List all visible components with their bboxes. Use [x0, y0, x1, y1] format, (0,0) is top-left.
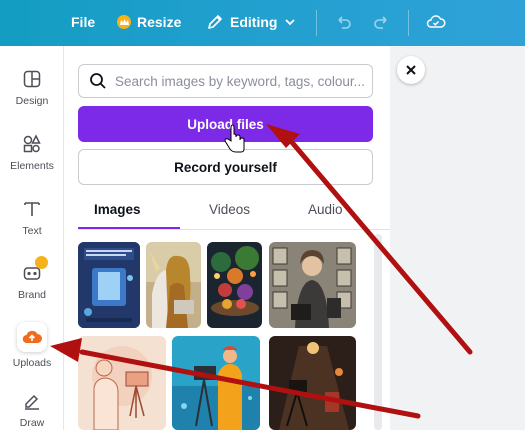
- upload-thumbnail[interactable]: [269, 242, 356, 328]
- active-tab-indicator: [78, 227, 180, 229]
- sidebar-item-draw[interactable]: Draw: [0, 390, 64, 429]
- tab-images[interactable]: Images: [94, 202, 141, 217]
- woman-unicorn-image: [146, 242, 201, 328]
- redo-button[interactable]: [373, 13, 391, 31]
- brand-icon: [21, 256, 48, 284]
- sidebar-item-label: Text: [22, 225, 42, 237]
- undo-icon: [338, 16, 351, 29]
- elements-icon: [21, 133, 43, 155]
- canvas-area: [390, 46, 525, 430]
- sidebar-item-design[interactable]: Design: [0, 68, 64, 107]
- sidebar-item-text[interactable]: Text: [0, 198, 64, 237]
- file-label: File: [71, 14, 96, 30]
- menu-icon[interactable]: [24, 14, 40, 30]
- upload-thumbnail[interactable]: [78, 242, 140, 328]
- crown-icon: [117, 15, 131, 29]
- media-tabs: Images Videos Audio: [78, 194, 390, 230]
- resize-label: Resize: [137, 14, 182, 30]
- panel-scrollbar[interactable]: [374, 234, 382, 430]
- save-status-button[interactable]: [426, 12, 446, 32]
- underwater-cameraman-image: [172, 336, 260, 430]
- divider: [316, 10, 317, 36]
- sidebar-item-label: Uploads: [12, 357, 52, 369]
- text-icon: [21, 198, 43, 220]
- upload-files-label: Upload files: [187, 116, 264, 132]
- editing-dropdown[interactable]: Editing: [206, 13, 297, 31]
- upload-thumbnail[interactable]: [207, 242, 262, 328]
- cloud-check-icon: [426, 15, 446, 28]
- tab-audio[interactable]: Audio: [308, 202, 343, 217]
- resize-button[interactable]: Resize: [117, 14, 181, 30]
- sidebar-item-brand[interactable]: Brand: [0, 256, 64, 301]
- editing-label: Editing: [230, 14, 278, 30]
- upload-files-button[interactable]: Upload files: [78, 106, 373, 142]
- crown-badge-icon: [35, 256, 48, 269]
- sidebar-item-label: Design: [15, 95, 49, 107]
- record-yourself-label: Record yourself: [174, 159, 277, 175]
- book-cover-image: [78, 242, 140, 328]
- draw-icon: [21, 390, 43, 412]
- fantasy-food-image: [207, 242, 262, 328]
- search-box[interactable]: [78, 64, 373, 98]
- upload-thumbnail[interactable]: [269, 336, 356, 430]
- sidebar-item-label: Brand: [17, 289, 47, 301]
- search-input[interactable]: [115, 73, 370, 89]
- upload-thumbnail[interactable]: [172, 336, 260, 430]
- sidebar-item-uploads[interactable]: Uploads: [0, 322, 64, 369]
- woman-portraits-image: [269, 242, 356, 328]
- pencil-icon: [208, 15, 222, 29]
- file-menu[interactable]: File: [71, 14, 95, 30]
- divider: [408, 10, 409, 36]
- top-bar: File Resize Editing: [0, 0, 525, 46]
- cameraman-sketch-image: [78, 336, 166, 430]
- record-yourself-button[interactable]: Record yourself: [78, 149, 373, 185]
- uploads-panel: Upload files Record yourself Images Vide…: [64, 46, 390, 430]
- undo-button[interactable]: [334, 13, 352, 31]
- sidebar-item-label: Elements: [10, 160, 54, 172]
- upload-thumbnail[interactable]: [146, 242, 201, 328]
- design-icon: [21, 68, 43, 90]
- search-icon: [90, 73, 106, 89]
- redo-icon: [374, 16, 387, 29]
- studio-camera-image: [269, 336, 356, 430]
- tab-videos[interactable]: Videos: [209, 202, 250, 217]
- close-panel-button[interactable]: [397, 56, 425, 84]
- left-rail: Design Elements Text Brand Uploads Draw: [0, 46, 64, 430]
- upload-thumbnail[interactable]: [78, 336, 166, 430]
- sidebar-item-elements[interactable]: Elements: [0, 133, 64, 172]
- chevron-down-icon: [285, 19, 296, 26]
- sidebar-item-label: Draw: [19, 417, 45, 429]
- close-icon: [406, 65, 416, 75]
- upload-cloud-icon: [17, 322, 47, 352]
